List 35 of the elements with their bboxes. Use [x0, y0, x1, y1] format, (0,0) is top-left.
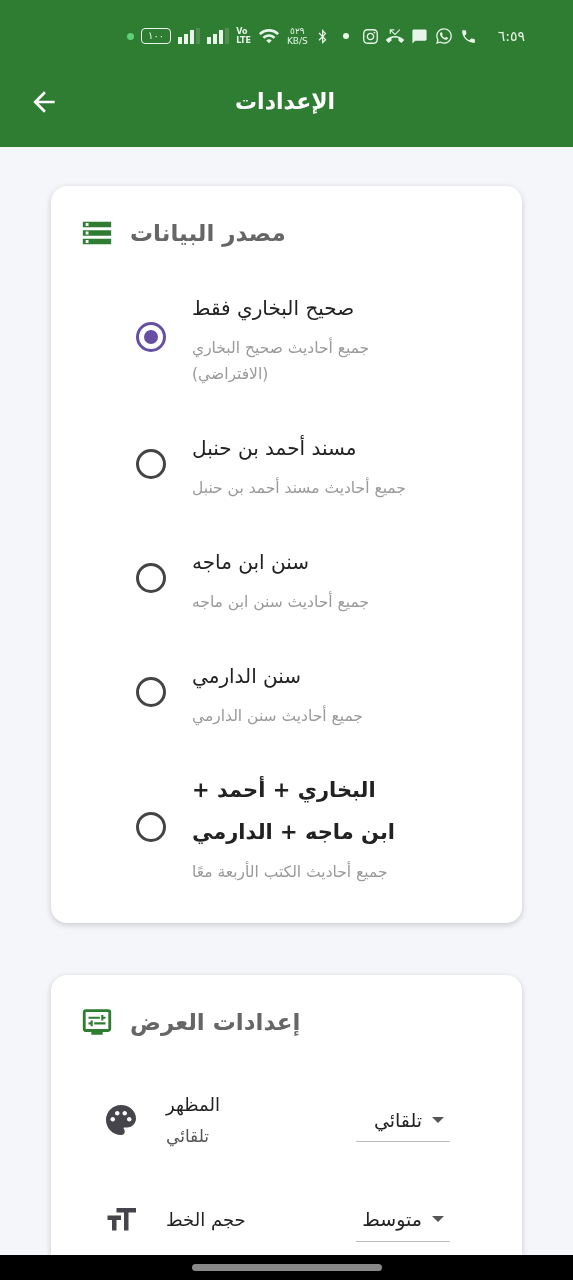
radio-button[interactable]: [136, 321, 166, 352]
option-title: مسند أحمد بن حنبل: [192, 434, 358, 462]
setting-title: المظهر: [166, 1093, 221, 1118]
battery-level: ١٠٠: [141, 28, 172, 44]
option-description: جميع أحاديث سنن الدارمي: [192, 704, 364, 728]
radio-button[interactable]: [136, 811, 166, 842]
radio-button[interactable]: [136, 676, 166, 707]
radio-button[interactable]: [136, 562, 166, 593]
option-title: البخاري + أحمد + ابن ماجه + الدارمي: [192, 775, 397, 846]
section-title: مصدر البيانات: [130, 219, 286, 249]
camera-icon: [361, 27, 379, 45]
chat-icon: [410, 27, 428, 45]
setting-value-text: تلقائي: [166, 1125, 211, 1149]
caret-icon: [432, 1116, 444, 1123]
page-title: الإعدادات: [235, 88, 336, 116]
option-title: سنن ابن ماجه: [192, 548, 310, 576]
setting-title: حجم الخط: [166, 1208, 247, 1233]
signal-icon: [207, 28, 230, 44]
signal-icon: [178, 28, 201, 44]
radio-button[interactable]: [136, 448, 166, 479]
phone-icon: [459, 27, 477, 45]
missed-call-icon: [385, 27, 404, 45]
option-description: جميع أحاديث الكتب الأربعة معًا: [192, 860, 389, 884]
clock: ٦:٥٩: [497, 26, 525, 46]
option-description: جميع أحاديث صحيح البخاري (الافتراضي): [192, 336, 371, 386]
dropdown[interactable]: متوسط: [356, 1197, 450, 1242]
option-title: سنن الدارمي: [192, 662, 303, 691]
option-description: جميع أحاديث سنن ابن ماجه: [192, 590, 371, 614]
caret-icon: [432, 1216, 444, 1222]
network-label: Vo LTE: [236, 27, 251, 45]
dropdown[interactable]: تلقائي: [356, 1098, 450, 1143]
option-title: صحيح البخاري فقط: [192, 294, 356, 323]
section-title: إعدادات العرض: [130, 1007, 301, 1038]
chat-phone-icon: [434, 27, 453, 45]
option-description: جميع أحاديث مسند أحمد بن حنبل: [192, 476, 407, 500]
